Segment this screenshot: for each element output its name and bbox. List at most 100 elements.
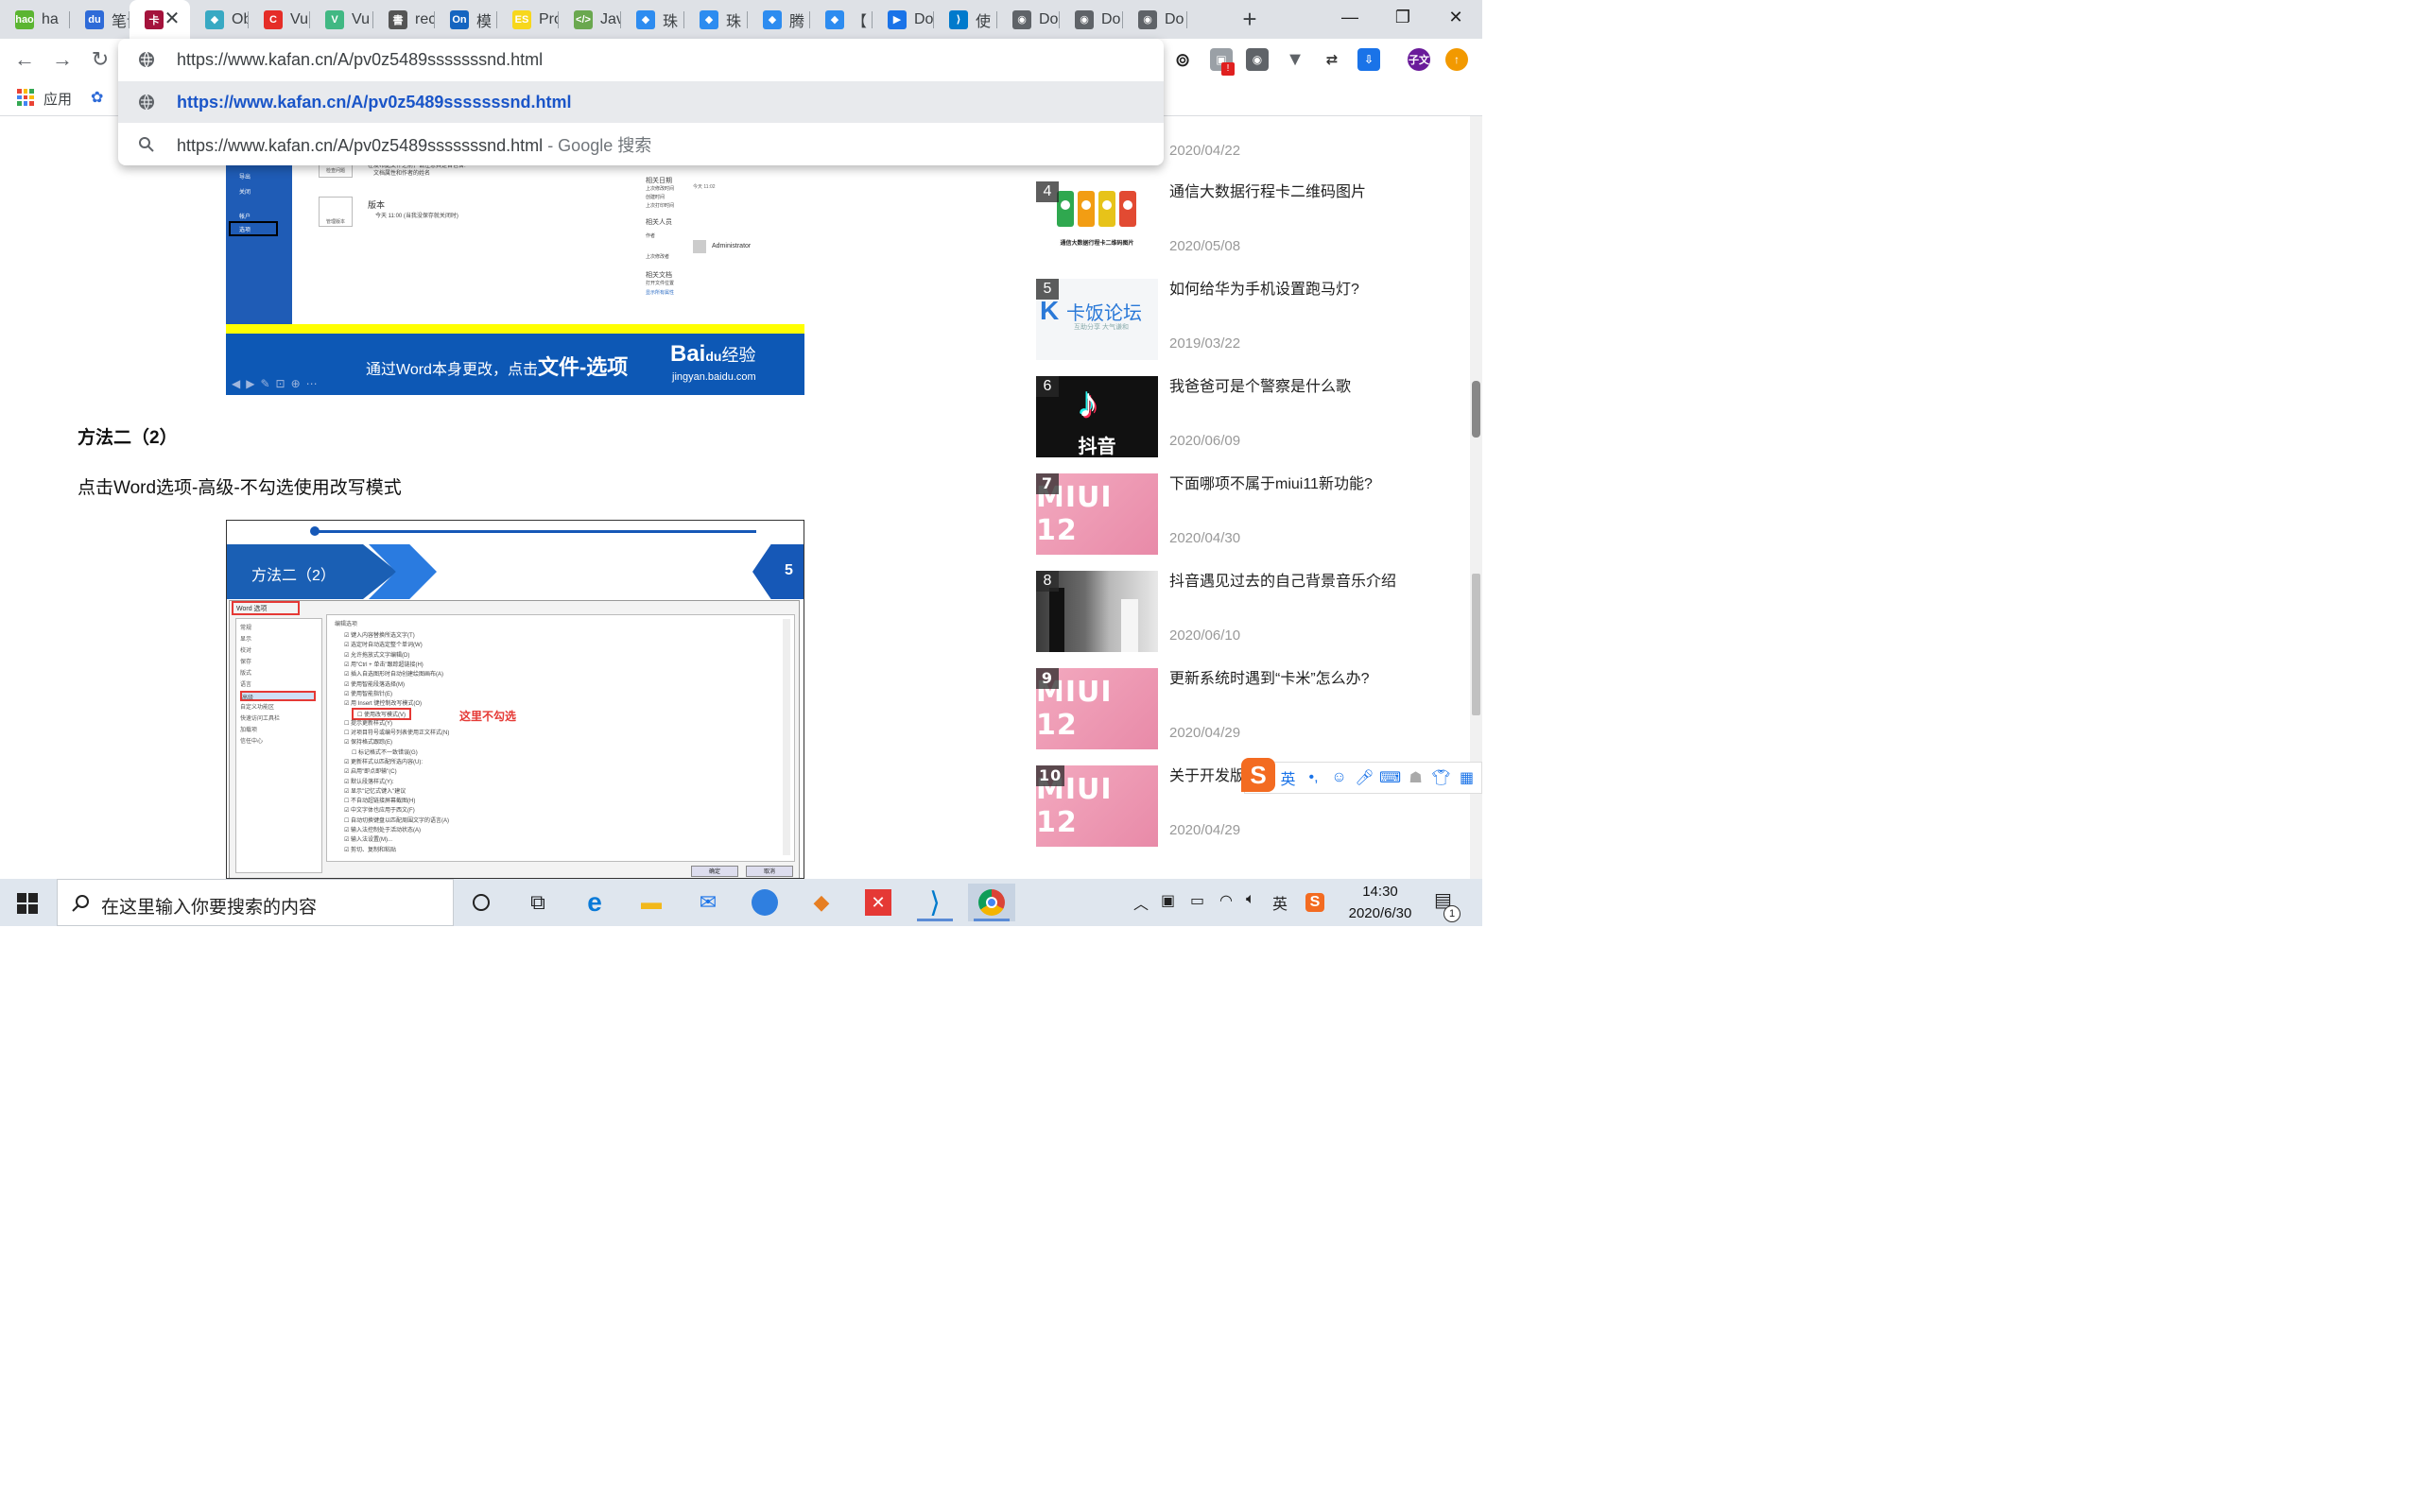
browser-tab[interactable]: ⟩ 使	[934, 0, 997, 39]
apps-grid-icon[interactable]	[17, 89, 34, 106]
browser-tab[interactable]: ◆ 珠	[621, 0, 684, 39]
minimize-button[interactable]: —	[1323, 0, 1376, 34]
browser-tab[interactable]: ES Pro	[497, 0, 559, 39]
skin-shirt-icon[interactable]: 👕︎	[1428, 768, 1454, 787]
keyboard-icon[interactable]: ⌨	[1377, 768, 1403, 787]
browser-tab[interactable]: hao ha	[0, 0, 70, 39]
update-icon[interactable]: ↑	[1445, 48, 1468, 71]
windows-taskbar: 在这里输入你要搜索的内容 ⧉ e ▬ ✉ ◆ ✕ ⟩ ︿ ▣ ▭ ◠ 🔈︎ 英 …	[0, 879, 1482, 926]
omnibox-input[interactable]: https://www.kafan.cn/A/pv0z5489sssssssnd…	[177, 50, 543, 70]
browser-tab[interactable]: ▶ Do	[873, 0, 934, 39]
related-article-item[interactable]: 通信大数据行程卡二维码图片 4 通信大数据行程卡二维码图片 2020/05/08	[1036, 181, 1452, 265]
battery-icon[interactable]: ▭	[1190, 891, 1204, 910]
related-article-item[interactable]: MIUI 12 7 下面哪项不属于miui11新功能? 2020/04/30	[1036, 473, 1452, 557]
xmind-icon[interactable]: ✕	[855, 884, 902, 921]
taskbar-search-box[interactable]: 在这里输入你要搜索的内容	[57, 879, 454, 926]
toolbox-grid-icon[interactable]: ▦	[1454, 768, 1479, 787]
extension-vue-icon[interactable]: ▼	[1284, 48, 1306, 71]
browser-tab[interactable]: ◉ Do	[997, 0, 1060, 39]
mail-icon[interactable]: ✉	[684, 884, 732, 921]
volume-icon[interactable]: 🔈︎	[1246, 891, 1255, 908]
browser-tab[interactable]: ◆ Ob	[190, 0, 249, 39]
browser-tab[interactable]: ◆ 腾	[748, 0, 810, 39]
tab-close-icon[interactable]: ✕	[162, 9, 182, 29]
related-article-item[interactable]: MIUI 12 9 更新系统时遇到“卡米”怎么办? 2020/04/29	[1036, 668, 1452, 751]
related-article-title[interactable]: 抖音遇见过去的自己背景音乐介绍	[1169, 571, 1425, 593]
ime-language-toggle[interactable]: 英	[1275, 766, 1301, 789]
browser-tab[interactable]: 卡 ✕	[130, 0, 190, 39]
reload-button[interactable]: ↻	[87, 46, 113, 73]
article-thumbnail[interactable]: ♪ 抖音 6	[1036, 376, 1158, 457]
related-article-item[interactable]: 8 抖音遇见过去的自己背景音乐介绍 2020/06/10	[1036, 571, 1452, 654]
vscode-icon[interactable]: ⟩	[911, 884, 959, 921]
browser-tab[interactable]: 書 rec	[373, 0, 435, 39]
related-article-item[interactable]: K 卡饭论坛 互助分享 大气谦和 5 如何给华为手机设置跑马灯? 2019/03/22	[1036, 279, 1452, 362]
wifi-icon[interactable]: ◠	[1219, 891, 1233, 910]
windows-start-icon[interactable]	[17, 893, 38, 914]
sogou-tray-icon[interactable]: S	[1305, 893, 1324, 912]
new-tab-button[interactable]: +	[1236, 6, 1263, 32]
kite-app-icon[interactable]: ◆	[798, 884, 845, 921]
secondary-scroll-indicator	[1472, 381, 1480, 438]
smile-icon[interactable]: ☺	[1326, 769, 1352, 786]
option-checkbox-row: ☑ 允许拖放式文字编辑(D)	[344, 650, 409, 659]
option-checkbox-row: ☐ 标记格式不一致错误(G)	[352, 747, 418, 756]
browser-tab[interactable]: On 模	[435, 0, 497, 39]
ime-punctuation-toggle[interactable]: •,	[1301, 769, 1326, 786]
article-thumbnail[interactable]: K 卡饭论坛 互助分享 大气谦和 5	[1036, 279, 1158, 360]
restore-button[interactable]: ❐	[1376, 0, 1429, 34]
options-menu-item: 保存	[240, 660, 252, 665]
extension-translate-icon[interactable]: ⇄	[1321, 48, 1343, 71]
extension-download-icon[interactable]: ⇩	[1357, 48, 1380, 71]
profile-avatar[interactable]: 子文	[1408, 48, 1430, 71]
related-article-title[interactable]: 我爸爸可是个警察是什么歌	[1169, 376, 1425, 399]
browser-tab[interactable]: C Vu	[249, 0, 310, 39]
article-thumbnail[interactable]: 通信大数据行程卡二维码图片 4	[1036, 181, 1158, 263]
page-scrollbar-thumb[interactable]	[1472, 574, 1480, 715]
baidu-paw-icon[interactable]: ✿	[91, 88, 108, 106]
related-article-title[interactable]: 更新系统时遇到“卡米”怎么办?	[1169, 668, 1425, 691]
clock-time[interactable]: 14:30	[1333, 884, 1427, 900]
option-checkbox-row: ☑ 输入法设置(M)...	[344, 834, 392, 843]
tiktok-note-icon: ♪	[1078, 380, 1098, 426]
close-window-button[interactable]: ✕	[1429, 0, 1482, 34]
extension-swirl-icon[interactable]: ⊚	[1171, 48, 1194, 71]
show-hidden-icons[interactable]: ︿	[1133, 891, 1149, 914]
related-article-title[interactable]: 下面哪项不属于miui11新功能?	[1169, 473, 1425, 496]
apps-bookmark-label[interactable]: 应用	[43, 89, 72, 109]
related-article-item[interactable]: ♪ 抖音 6 我爸爸可是个警察是什么歌 2020/06/09	[1036, 376, 1452, 459]
article-thumbnail[interactable]: 8	[1036, 571, 1158, 652]
clock-date[interactable]: 2020/6/30	[1333, 905, 1427, 921]
back-button[interactable]: ←	[11, 46, 38, 73]
forward-button[interactable]: →	[49, 46, 76, 73]
ime-toolbar[interactable]: S 英 •, ☺ 🎤︎ ⌨ ☗ 👕︎ ▦	[1241, 758, 1482, 794]
related-article-title[interactable]: 如何给华为手机设置跑马灯?	[1169, 279, 1425, 301]
file-explorer-icon[interactable]: ▬	[628, 884, 675, 921]
task-view-icon[interactable]: ⧉	[514, 884, 562, 921]
extension-mask-icon[interactable]: ◉	[1246, 48, 1269, 71]
browser-tab[interactable]: ◆ 【	[810, 0, 873, 39]
chrome-icon[interactable]	[968, 884, 1015, 921]
microphone-icon[interactable]: 🎤︎	[1352, 768, 1377, 787]
omnibox-suggestion-url[interactable]: https://www.kafan.cn/A/pv0z5489sssssssnd…	[118, 81, 1164, 123]
extension-alert-badge: !	[1221, 62, 1235, 76]
related-article-title[interactable]: 通信大数据行程卡二维码图片	[1169, 181, 1425, 204]
input-language-indicator[interactable]: 英	[1272, 891, 1288, 914]
omnibox-suggestion-search[interactable]: https://www.kafan.cn/A/pv0z5489sssssssnd…	[118, 124, 1164, 165]
user-icon[interactable]: ☗	[1403, 768, 1428, 787]
clock-app-icon[interactable]	[741, 884, 788, 921]
tray-app-icon[interactable]: ▣	[1161, 891, 1175, 910]
article-thumbnail[interactable]: MIUI 12 9	[1036, 668, 1158, 749]
omnibox-input-row[interactable]: https://www.kafan.cn/A/pv0z5489sssssssnd…	[118, 39, 1164, 80]
article-thumbnail[interactable]: MIUI 12 10	[1036, 765, 1158, 847]
edge-browser-icon[interactable]: e	[571, 884, 618, 921]
article-thumbnail[interactable]: MIUI 12 7	[1036, 473, 1158, 555]
sogou-logo-icon[interactable]: S	[1241, 758, 1275, 792]
cortana-icon[interactable]	[458, 884, 505, 921]
browser-tab[interactable]: ◉ Do	[1123, 0, 1187, 39]
browser-tab[interactable]: </> Jav	[559, 0, 621, 39]
browser-tab[interactable]: du 笔记	[70, 0, 130, 39]
browser-tab[interactable]: ◆ 珠	[684, 0, 748, 39]
browser-tab[interactable]: ◉ Do	[1060, 0, 1123, 39]
browser-tab[interactable]: V Vu	[310, 0, 373, 39]
